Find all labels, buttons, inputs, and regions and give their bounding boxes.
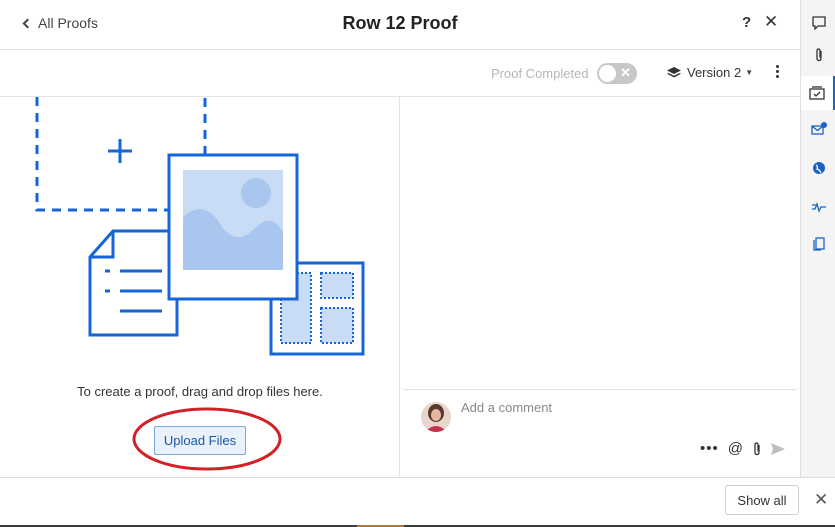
show-all-button[interactable]: Show all bbox=[725, 485, 799, 515]
downloads-bar: Show all ✕ bbox=[0, 477, 835, 527]
version-dropdown[interactable]: Version 2 ▼ bbox=[667, 65, 753, 80]
rail-email[interactable] bbox=[801, 112, 835, 146]
upload-illustration bbox=[35, 97, 365, 356]
proof-icon bbox=[809, 86, 825, 100]
proof-panel: All Proofs Row 12 Proof ? ✕ Proof Comple… bbox=[0, 0, 800, 477]
comment-input[interactable] bbox=[461, 400, 781, 415]
send-icon[interactable] bbox=[771, 442, 785, 455]
rail-attachments[interactable] bbox=[801, 38, 835, 72]
panel-header: All Proofs Row 12 Proof ? ✕ bbox=[0, 0, 800, 50]
chevron-left-icon bbox=[22, 18, 33, 28]
proof-completed-toggle[interactable]: ✕ bbox=[597, 63, 637, 84]
comments-panel: ••• @ bbox=[401, 97, 800, 477]
rail-comments[interactable] bbox=[801, 6, 835, 40]
back-label: All Proofs bbox=[38, 15, 98, 31]
rail-globe[interactable] bbox=[801, 151, 835, 185]
help-button[interactable]: ? bbox=[742, 14, 751, 31]
caret-down-icon: ▼ bbox=[745, 68, 754, 77]
upload-files-button[interactable]: Upload Files bbox=[154, 426, 246, 455]
version-label: Version 2 bbox=[687, 65, 742, 80]
drop-instruction: To create a proof, drag and drop files h… bbox=[77, 384, 323, 399]
plus-icon bbox=[108, 139, 132, 163]
back-to-all-proofs-link[interactable]: All Proofs bbox=[22, 15, 98, 31]
comment-icon bbox=[811, 16, 826, 30]
proof-completed-label: Proof Completed bbox=[491, 66, 589, 81]
email-icon bbox=[810, 122, 827, 135]
toggle-knob bbox=[599, 65, 616, 82]
toggle-off-icon: ✕ bbox=[620, 65, 631, 80]
file-drop-zone[interactable]: To create a proof, drag and drop files h… bbox=[0, 97, 400, 477]
comment-actions: ••• @ bbox=[700, 440, 785, 457]
documents-icon bbox=[812, 237, 825, 251]
rail-documents[interactable] bbox=[801, 227, 835, 261]
more-actions-icon[interactable]: ••• bbox=[700, 440, 719, 457]
mention-icon[interactable]: @ bbox=[728, 440, 743, 457]
close-button[interactable]: ✕ bbox=[764, 12, 778, 32]
attachment-icon bbox=[815, 48, 822, 62]
avatar bbox=[421, 402, 451, 432]
bottom-close-button[interactable]: ✕ bbox=[814, 490, 828, 510]
layers-icon bbox=[667, 66, 681, 77]
more-options-icon[interactable] bbox=[776, 65, 780, 81]
activity-icon bbox=[811, 201, 826, 213]
page-title: Row 12 Proof bbox=[342, 13, 458, 33]
rail-activity[interactable] bbox=[801, 190, 835, 224]
right-icon-rail bbox=[800, 0, 835, 477]
proof-toolbar: Proof Completed ✕ Version 2 ▼ bbox=[0, 50, 800, 97]
comment-composer: ••• @ bbox=[403, 389, 797, 477]
rail-proofs[interactable] bbox=[801, 76, 835, 110]
document-icon bbox=[88, 229, 179, 337]
globe-icon bbox=[812, 162, 825, 174]
attachment-icon[interactable] bbox=[752, 441, 762, 456]
